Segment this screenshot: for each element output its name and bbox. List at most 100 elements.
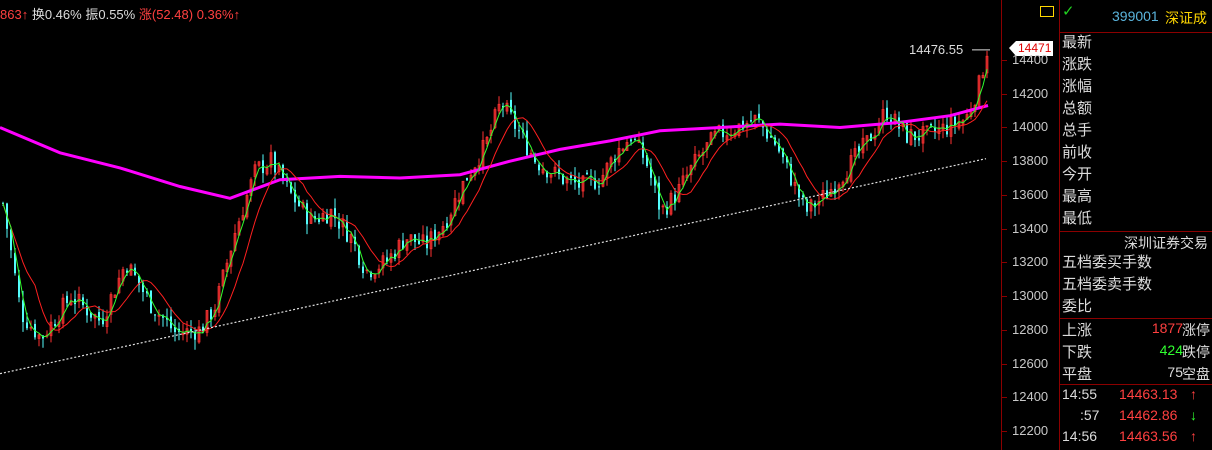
axis-tick-mark <box>1002 194 1007 196</box>
tick-arrow-icon: ↓ <box>1190 407 1197 423</box>
quote-field-label: 今开 <box>1062 166 1093 183</box>
stat-label: 下跌 <box>1062 344 1093 361</box>
quote-field-label: 最低 <box>1062 210 1093 227</box>
candle-body <box>526 130 528 156</box>
tick-arrow-icon: ↑ <box>1190 428 1197 444</box>
candle-body <box>578 179 580 188</box>
axis-tick-label: 12200 <box>1012 423 1049 438</box>
turnover-label: 换 <box>31 7 45 22</box>
check-icon[interactable]: ✓ <box>1062 2 1075 20</box>
amplitude-label: 振 <box>85 7 99 22</box>
axis-tick-label: 13000 <box>1012 288 1049 304</box>
change-label: 涨 <box>138 7 152 22</box>
axis-tick-mark <box>1002 127 1007 129</box>
candle-body <box>570 175 572 178</box>
candle-body <box>930 124 932 126</box>
candle-body <box>318 219 320 223</box>
quote-panel: ✓ 399001 深证成 最新 涨跌 涨幅 总额 总手 前收 今开 最高 最低 深圳证券交易 五… <box>1040 0 1212 450</box>
candle-body <box>346 221 348 242</box>
stock-name[interactable]: 深证成 <box>1165 8 1207 28</box>
square-icon[interactable] <box>1040 6 1054 17</box>
axis-tick-mark <box>1002 262 1007 264</box>
candle-body <box>750 120 752 122</box>
prev-value: 863 <box>0 7 22 22</box>
axis-tick-label: 14400 <box>1012 52 1049 67</box>
trend-line <box>0 158 987 375</box>
quote-field-label: 总额 <box>1062 100 1093 117</box>
axis-tick-label: 12800 <box>1012 321 1049 337</box>
candle-body <box>466 177 468 181</box>
candle-body <box>802 195 804 198</box>
axis-tick-label: 12600 <box>1012 355 1049 371</box>
candle-body <box>510 99 512 113</box>
quote-summary-bar: 863↑ 换0.46% 振0.55% 涨(52.48) 0.36%↑ <box>0 4 240 23</box>
axis-tick-label: 13200 <box>1012 254 1049 270</box>
candle-body <box>586 172 588 175</box>
up-arrow-icon: ↑ <box>21 7 29 22</box>
kline-svg[interactable] <box>0 0 1000 450</box>
candle-body <box>634 138 636 140</box>
kline-chart[interactable]: 863↑ 换0.46% 振0.55% 涨(52.48) 0.36%↑ 14476… <box>0 0 1000 450</box>
quote-field-label: 涨跌 <box>1062 56 1093 73</box>
candle-body <box>66 295 68 303</box>
axis-tick-label: 13600 <box>1012 186 1049 202</box>
stock-code[interactable]: 399001 <box>1112 8 1159 24</box>
candle-body <box>98 312 100 321</box>
quote-field-label: 涨幅 <box>1062 78 1093 95</box>
axis-tick-mark <box>1002 296 1007 298</box>
axis-tick-label: 13800 <box>1012 153 1049 169</box>
axis-tick-mark <box>1002 431 1007 432</box>
candle-body <box>414 234 416 243</box>
change-value: (52.48) <box>151 7 194 22</box>
axis-tick-mark <box>1002 93 1007 95</box>
amplitude-value: 0.55% <box>98 7 136 22</box>
candle-body <box>306 203 308 225</box>
quote-field-label: 总手 <box>1062 122 1093 139</box>
candle-body <box>54 323 56 326</box>
stat-value: 75 <box>1167 364 1183 380</box>
candle-body <box>418 240 420 244</box>
price-axis: 14471 14400 14200 14000 13800 13600 13400 1320… <box>1001 0 1059 450</box>
candle-body <box>598 186 600 188</box>
axis-tick-mark <box>1002 60 1007 61</box>
axis-tick-label: 12400 <box>1012 389 1049 405</box>
tick-arrow-icon: ↑ <box>1190 386 1197 402</box>
tick-price: 14462.86 <box>1119 407 1178 423</box>
candle-body <box>630 139 632 142</box>
divider <box>1060 231 1212 232</box>
quote-field-label: 前收 <box>1062 144 1093 161</box>
candle-body <box>338 221 340 229</box>
candle-body <box>518 130 520 132</box>
candle-body <box>906 123 908 143</box>
stat-suffix: 跌停 <box>1182 344 1210 360</box>
tick-price: 14463.13 <box>1119 386 1178 402</box>
axis-tick-mark <box>1002 397 1007 399</box>
high-label: 14476.55 <box>909 42 964 57</box>
stat-suffix: 涨停 <box>1182 322 1210 338</box>
axis-tick-mark <box>1002 161 1007 163</box>
depth-label: 委比 <box>1062 298 1093 315</box>
tick-price: 14463.56 <box>1119 428 1178 444</box>
depth-label: 五档委买手数 <box>1062 254 1153 271</box>
exchange-name: 深圳证券交易 <box>1124 235 1208 251</box>
quote-header: ✓ 399001 深证成 <box>1040 0 1212 33</box>
stat-value: 424 <box>1159 342 1183 358</box>
depth-label: 五档委卖手数 <box>1062 276 1153 293</box>
turnover-value: 0.46% <box>44 7 82 22</box>
stat-suffix: 空盘 <box>1182 366 1210 382</box>
axis-tick-mark <box>1002 329 1007 331</box>
quote-field-label: 最高 <box>1062 188 1093 205</box>
axis-tick-mark <box>1002 228 1007 230</box>
axis-tick-mark <box>1002 363 1007 365</box>
candle-body <box>26 322 28 329</box>
tick-time: :57 <box>1080 407 1100 423</box>
candle-body <box>538 164 540 171</box>
candle-body <box>22 300 24 323</box>
candle-body <box>946 124 948 135</box>
candle-body <box>154 314 156 316</box>
stat-label: 上涨 <box>1062 322 1093 339</box>
axis-tick-label: 14000 <box>1012 119 1049 135</box>
stat-value: 1877 <box>1151 320 1183 336</box>
candle-body <box>210 309 212 320</box>
stat-label: 平盘 <box>1062 366 1093 383</box>
